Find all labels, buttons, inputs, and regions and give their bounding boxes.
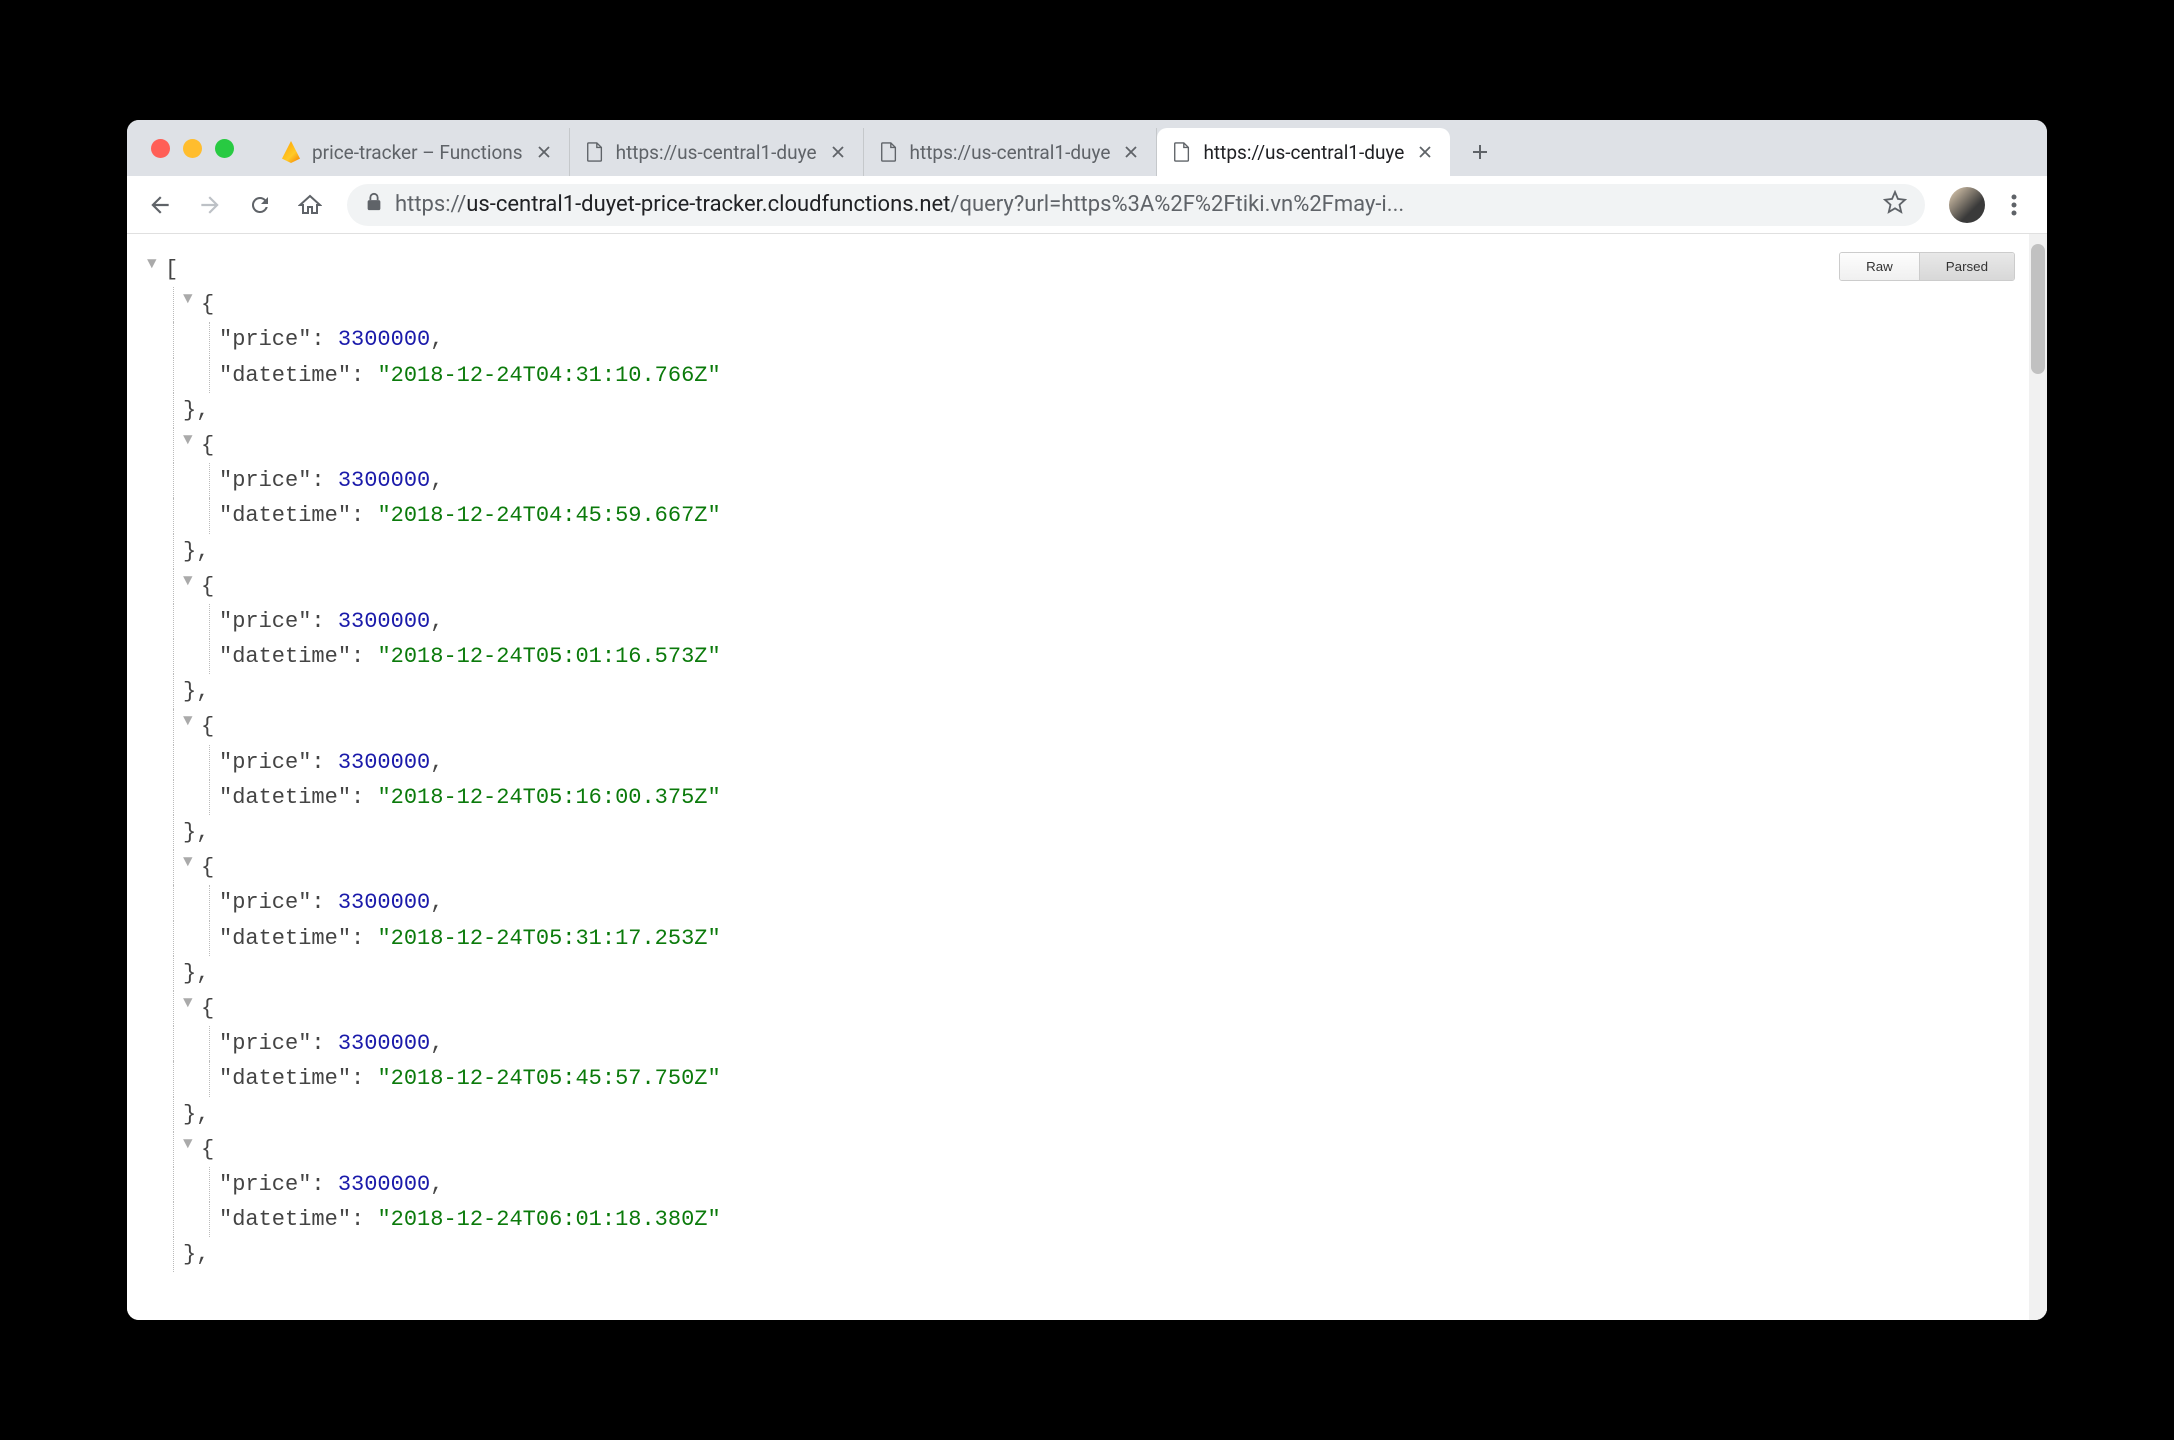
maximize-window-button[interactable] [215,139,234,158]
page-content: Raw Parsed ▼ [▼ { "price": 3300000, "dat… [127,234,2047,1320]
close-tab-button[interactable] [827,141,849,163]
disclosure-triangle-icon[interactable]: ▼ [183,1132,201,1167]
bookmark-star-icon[interactable] [1883,190,1907,220]
toolbar: https://us-central1-duyet-price-tracker.… [127,176,2047,234]
tab-title: https://us-central1-duye [910,141,1111,164]
browser-tab[interactable]: price-tracker – Functions [266,128,570,176]
forward-button[interactable] [189,184,231,226]
tab-title: https://us-central1-duye [616,141,817,164]
lock-icon [365,192,383,218]
file-icon [584,141,606,163]
firebase-icon [280,141,302,163]
window-controls [139,120,246,176]
scrollbar-thumb[interactable] [2031,244,2045,374]
browser-tab-active[interactable]: https://us-central1-duye [1157,128,1450,176]
close-tab-button[interactable] [1414,141,1436,163]
new-tab-button[interactable] [1460,128,1500,176]
disclosure-triangle-icon[interactable]: ▼ [183,428,201,463]
disclosure-triangle-icon[interactable]: ▼ [147,252,165,287]
back-button[interactable] [139,184,181,226]
disclosure-triangle-icon[interactable]: ▼ [183,991,201,1026]
browser-window: price-tracker – Functions https://us-cen… [127,120,2047,1320]
view-toggle: Raw Parsed [1839,252,2015,281]
raw-view-button[interactable]: Raw [1840,253,1920,280]
parsed-view-button[interactable]: Parsed [1920,253,2014,280]
browser-tab[interactable]: https://us-central1-duye [864,128,1158,176]
tabs-list: price-tracker – Functions https://us-cen… [266,120,1500,176]
scrollbar-track [2029,234,2047,1320]
profile-avatar[interactable] [1949,187,1985,223]
close-window-button[interactable] [151,139,170,158]
file-icon [1171,141,1193,163]
menu-button[interactable] [1993,184,2035,226]
tab-title: price-tracker – Functions [312,141,523,164]
json-tree: ▼ [▼ { "price": 3300000, "datetime": "20… [127,234,2047,1290]
tab-bar: price-tracker – Functions https://us-cen… [127,120,2047,176]
address-bar[interactable]: https://us-central1-duyet-price-tracker.… [347,184,1925,226]
disclosure-triangle-icon[interactable]: ▼ [183,287,201,322]
browser-tab[interactable]: https://us-central1-duye [570,128,864,176]
disclosure-triangle-icon[interactable]: ▼ [183,850,201,885]
close-tab-button[interactable] [1120,141,1142,163]
url-text: https://us-central1-duyet-price-tracker.… [395,192,1871,217]
home-button[interactable] [289,184,331,226]
disclosure-triangle-icon[interactable]: ▼ [183,569,201,604]
reload-button[interactable] [239,184,281,226]
minimize-window-button[interactable] [183,139,202,158]
disclosure-triangle-icon[interactable]: ▼ [183,709,201,744]
file-icon [878,141,900,163]
close-tab-button[interactable] [533,141,555,163]
tab-title: https://us-central1-duye [1203,141,1404,164]
